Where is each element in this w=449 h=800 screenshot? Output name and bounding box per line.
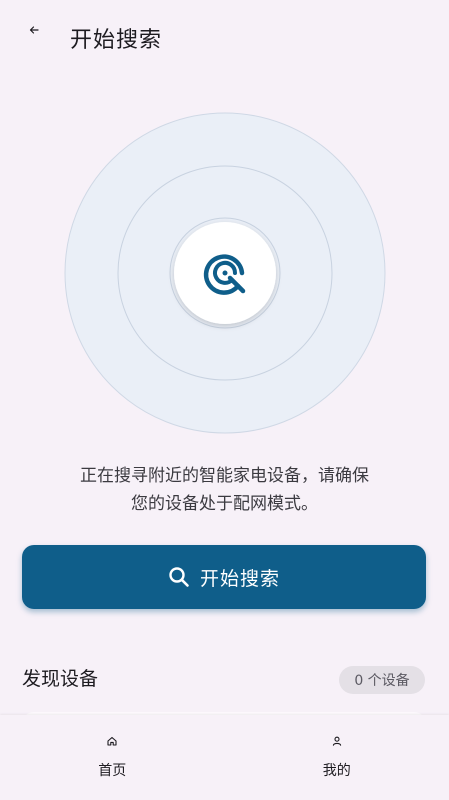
scan-hint-line-1: 正在搜寻附近的智能家电设备，请确保	[80, 466, 369, 486]
app-header: 开始搜索	[0, 0, 449, 74]
start-search-label: 开始搜索	[199, 567, 280, 590]
search-icon	[168, 566, 190, 588]
nav-label-home: 首页	[98, 763, 127, 779]
device-count-badge: 0 个设备	[339, 666, 425, 694]
page-title: 开始搜索	[70, 28, 163, 53]
nav-label-profile: 我的	[322, 763, 351, 779]
start-search-button[interactable]: 开始搜索	[22, 545, 426, 609]
person-icon	[331, 735, 343, 747]
discovered-devices-title: 发现设备	[22, 668, 99, 690]
search-page: 开始搜索 正在搜寻附近的智能家电设备，请确保 您的设备处于配网模式。 开始搜索 …	[0, 0, 449, 800]
nav-item-home[interactable]: 首页	[0, 715, 225, 800]
nav-item-profile[interactable]: 我的	[225, 715, 449, 800]
radar-graphic	[64, 112, 386, 434]
radar-scanner	[64, 112, 386, 434]
back-button[interactable]	[22, 18, 46, 42]
home-icon	[106, 735, 118, 747]
scan-hint-line-2: 您的设备处于配网模式。	[131, 494, 318, 514]
bottom-navigation: 首页 我的	[0, 715, 449, 800]
scan-hint-text: 正在搜寻附近的智能家电设备，请确保 您的设备处于配网模式。	[40, 462, 409, 518]
arrow-left-icon	[29, 26, 39, 34]
